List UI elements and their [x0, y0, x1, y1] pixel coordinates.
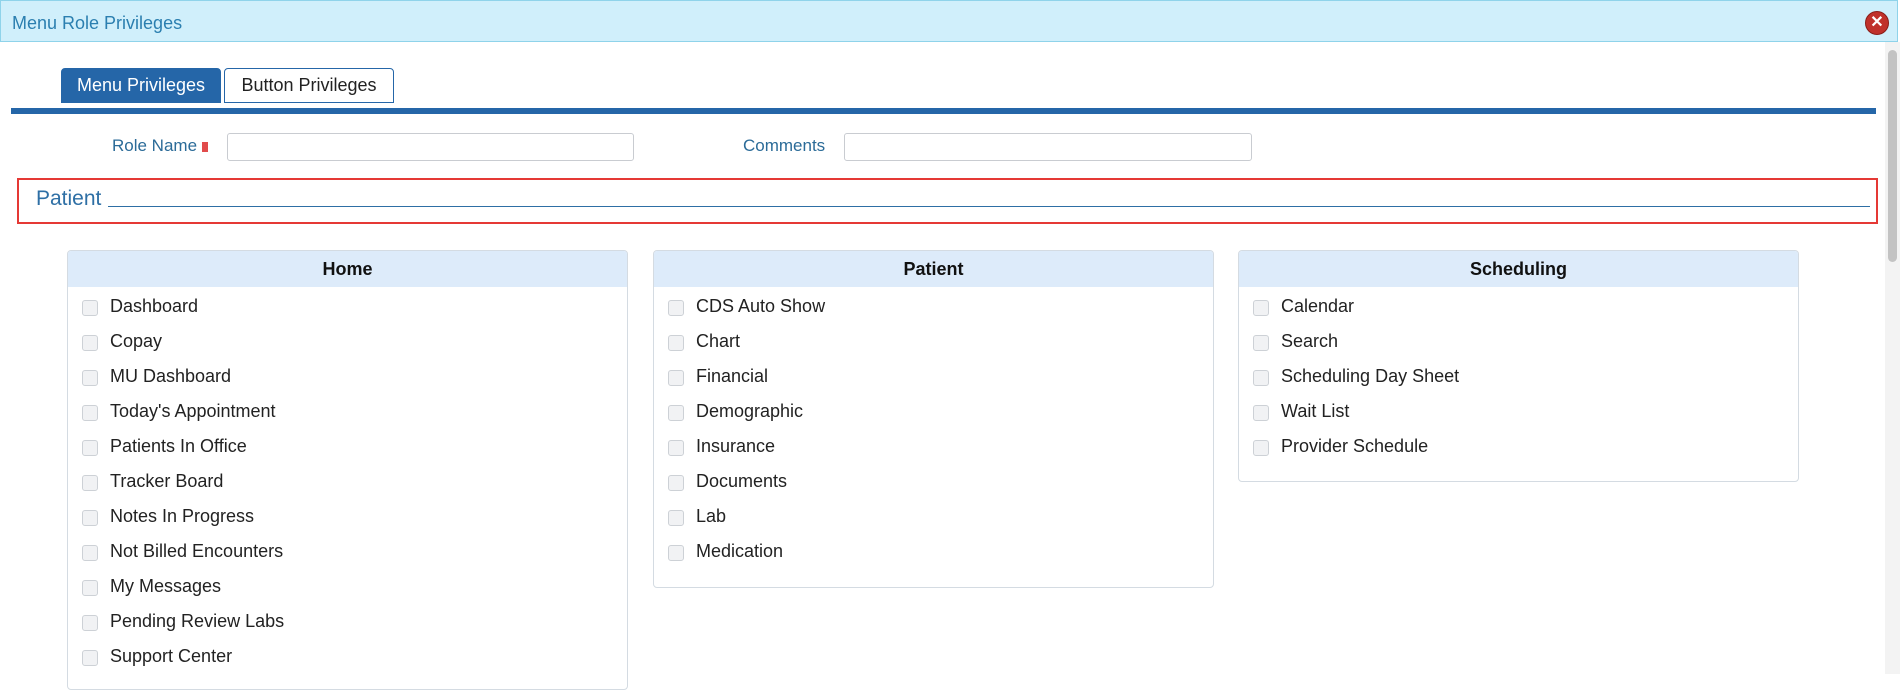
- panel-scheduling: Scheduling Calendar Search Scheduling Day …: [1238, 250, 1799, 482]
- section-title: Patient: [36, 187, 108, 211]
- privilege-item[interactable]: Calendar: [1239, 292, 1798, 327]
- privilege-item[interactable]: MU Dashboard: [68, 362, 627, 397]
- privilege-label: Dashboard: [110, 296, 199, 316]
- privilege-checkbox[interactable]: [82, 370, 98, 386]
- privilege-label: Chart: [696, 331, 741, 351]
- privilege-label: Pending Review Labs: [110, 611, 285, 631]
- privilege-label: Not Billed Encounters: [110, 541, 284, 561]
- privilege-checkbox[interactable]: [82, 475, 98, 491]
- privilege-item[interactable]: Documents: [654, 467, 1213, 502]
- privilege-label: Patients In Office: [110, 436, 247, 456]
- vertical-scrollbar[interactable]: [1885, 42, 1900, 674]
- privilege-label: Support Center: [110, 646, 233, 666]
- privilege-label: Insurance: [696, 436, 776, 456]
- privilege-label: Calendar: [1281, 296, 1355, 316]
- privilege-checkbox[interactable]: [668, 475, 684, 491]
- privilege-item[interactable]: Insurance: [654, 432, 1213, 467]
- window-titlebar: Menu Role Privileges ✕: [0, 0, 1898, 42]
- privilege-checkbox[interactable]: [668, 510, 684, 526]
- privilege-checkbox[interactable]: [82, 545, 98, 561]
- privilege-label: Notes In Progress: [110, 506, 255, 526]
- privilege-item[interactable]: Support Center: [68, 642, 627, 677]
- privilege-item[interactable]: Demographic: [654, 397, 1213, 432]
- privilege-label: Today's Appointment: [110, 401, 276, 421]
- privilege-label: Scheduling Day Sheet: [1281, 366, 1460, 386]
- privilege-item[interactable]: Search: [1239, 327, 1798, 362]
- window-title: Menu Role Privileges: [12, 13, 183, 33]
- privilege-item[interactable]: Lab: [654, 502, 1213, 537]
- privilege-label: Wait List: [1281, 401, 1350, 421]
- required-marker: [202, 141, 209, 152]
- panel-items-scheduling: Calendar Search Scheduling Day Sheet Wait L…: [1239, 287, 1798, 467]
- privilege-item[interactable]: Today's Appointment: [68, 397, 627, 432]
- panel-items-home: Dashboard Copay MU Dashboard Today's Appoin…: [68, 287, 627, 677]
- privilege-checkbox[interactable]: [1253, 405, 1269, 421]
- privilege-item[interactable]: Pending Review Labs: [68, 607, 627, 642]
- scrollbar-thumb[interactable]: [1888, 50, 1897, 262]
- privilege-label: Financial: [696, 366, 769, 386]
- privilege-checkbox[interactable]: [668, 335, 684, 351]
- comments-label: Comments: [743, 136, 826, 155]
- comments-input[interactable]: [844, 133, 1252, 161]
- privilege-checkbox[interactable]: [668, 300, 684, 316]
- panel-items-patient: CDS Auto Show Chart Financial Demographic In…: [654, 287, 1213, 572]
- privilege-item[interactable]: Chart: [654, 327, 1213, 362]
- privilege-checkbox[interactable]: [668, 545, 684, 561]
- privilege-item[interactable]: My Messages: [68, 572, 627, 607]
- tab-bar: Menu Privileges Button Privileges: [11, 68, 1876, 114]
- privilege-checkbox[interactable]: [1253, 300, 1269, 316]
- privilege-item[interactable]: Not Billed Encounters: [68, 537, 627, 572]
- privilege-item[interactable]: Wait List: [1239, 397, 1798, 432]
- privilege-item[interactable]: CDS Auto Show: [654, 292, 1213, 327]
- privilege-checkbox[interactable]: [1253, 370, 1269, 386]
- role-name-input[interactable]: [227, 133, 634, 161]
- privilege-label: Medication: [696, 541, 784, 561]
- privilege-label: Tracker Board: [110, 471, 224, 491]
- tab-menu-privileges[interactable]: Menu Privileges: [61, 68, 221, 103]
- privilege-checkbox[interactable]: [1253, 440, 1269, 456]
- privilege-label: MU Dashboard: [110, 366, 232, 386]
- privilege-item[interactable]: Scheduling Day Sheet: [1239, 362, 1798, 397]
- privilege-label: Copay: [110, 331, 163, 351]
- section-divider: [108, 206, 1870, 207]
- privilege-checkbox[interactable]: [82, 300, 98, 316]
- patient-section-header: Patient: [17, 178, 1878, 224]
- privilege-item[interactable]: Provider Schedule: [1239, 432, 1798, 467]
- close-icon[interactable]: ✕: [1865, 11, 1889, 35]
- privilege-item[interactable]: Patients In Office: [68, 432, 627, 467]
- privilege-label: Demographic: [696, 401, 804, 421]
- privilege-checkbox[interactable]: [82, 615, 98, 631]
- privilege-label: CDS Auto Show: [696, 296, 826, 316]
- privilege-label: Search: [1281, 331, 1339, 351]
- privilege-item[interactable]: Copay: [68, 327, 627, 362]
- privilege-checkbox[interactable]: [82, 580, 98, 596]
- panel-header-patient: Patient: [654, 251, 1213, 287]
- privilege-checkbox[interactable]: [82, 650, 98, 666]
- privilege-label: Lab: [696, 506, 727, 526]
- privilege-checkbox[interactable]: [668, 405, 684, 421]
- privilege-item[interactable]: Dashboard: [68, 292, 627, 327]
- panel-patient: Patient CDS Auto Show Chart Financial Demog…: [653, 250, 1214, 588]
- panel-header-scheduling: Scheduling: [1239, 251, 1798, 287]
- privilege-checkbox[interactable]: [668, 370, 684, 386]
- panel-header-home: Home: [68, 251, 627, 287]
- privilege-checkbox[interactable]: [1253, 335, 1269, 351]
- privilege-checkbox[interactable]: [668, 440, 684, 456]
- privilege-label: Documents: [696, 471, 788, 491]
- privilege-item[interactable]: Notes In Progress: [68, 502, 627, 537]
- privilege-checkbox[interactable]: [82, 335, 98, 351]
- privilege-item[interactable]: Financial: [654, 362, 1213, 397]
- privilege-checkbox[interactable]: [82, 440, 98, 456]
- panel-home: Home Dashboard Copay MU Dashboard Today's A…: [67, 250, 628, 690]
- privilege-item[interactable]: Medication: [654, 537, 1213, 572]
- privilege-checkbox[interactable]: [82, 405, 98, 421]
- role-name-label: Role Name: [112, 136, 209, 156]
- privilege-item[interactable]: Tracker Board: [68, 467, 627, 502]
- privilege-checkbox[interactable]: [82, 510, 98, 526]
- privilege-label: Provider Schedule: [1281, 436, 1429, 456]
- tab-button-privileges[interactable]: Button Privileges: [224, 68, 394, 103]
- privilege-label: My Messages: [110, 576, 222, 596]
